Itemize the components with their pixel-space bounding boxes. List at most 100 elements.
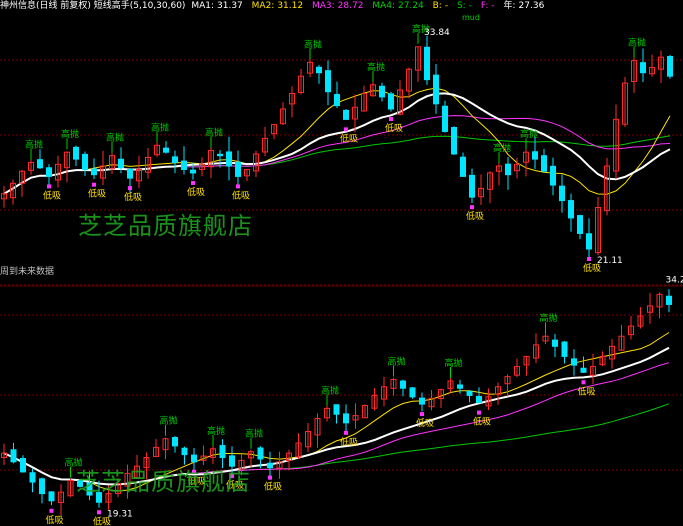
bottom-panel-candle — [666, 295, 672, 305]
top-panel-low-price: 21.11 — [597, 256, 623, 266]
top-panel-sell-marker — [236, 184, 240, 189]
top-panel-high-tag: 高抛 — [304, 38, 322, 50]
bottom-panel-high-tag: 高抛 — [445, 357, 463, 369]
watermark-top: 芝芝品质旗舰店 — [78, 212, 253, 240]
bottom-panel-candle — [181, 447, 188, 456]
top-panel-candle — [235, 161, 241, 177]
bottom-panel-candle — [10, 449, 17, 463]
top-panel-candle — [505, 163, 511, 176]
bottom-panel-candle — [343, 413, 349, 424]
top-panel-sell-marker — [92, 182, 96, 187]
top-panel-candle — [667, 55, 673, 77]
top-panel-high-tag: 高抛 — [367, 61, 385, 73]
bottom-panel-sell-marker — [268, 475, 272, 480]
top-panel-candle — [172, 156, 178, 164]
top-panel-sell-marker — [587, 256, 591, 261]
top-panel-candle — [379, 85, 385, 98]
top-panel-low-tag: 低吸 — [124, 191, 142, 203]
top-small-tag: mud — [462, 13, 480, 22]
bottom-panel-candle — [191, 454, 197, 463]
top-panel-sell-marker — [389, 117, 393, 122]
year-label: 年: 27.36 — [503, 1, 545, 11]
top-panel-candle — [568, 200, 574, 219]
top-panel-ma4-line — [3, 135, 671, 195]
bottom-panel-high-tag: 高抛 — [388, 356, 406, 368]
bottom-panel-sell-marker — [97, 510, 101, 515]
bottom-panel-candle — [267, 462, 273, 469]
bottom-panel-low-tag: 低吸 — [264, 481, 282, 493]
ma1-label: MA1: 31.37 — [191, 1, 243, 11]
bottom-panel-candle — [409, 387, 416, 398]
top-panel-candle — [91, 168, 97, 176]
bottom-panel-high-price: 34.20 — [666, 275, 683, 285]
top-panel-high-tag: 高抛 — [520, 128, 538, 140]
top-panel-low-tag: 低吸 — [385, 122, 403, 134]
b-label: B: - — [432, 1, 449, 11]
top-panel-candle — [37, 159, 43, 169]
top-panel-candle — [127, 168, 133, 179]
top-panel-candle — [334, 94, 340, 107]
bottom-panel-sell-marker — [420, 412, 424, 417]
top-panel-candle — [469, 174, 475, 198]
bottom-panel-candle — [29, 472, 36, 483]
bottom-panel-low-tag: 低吸 — [578, 385, 596, 397]
bottom-panel-sell-marker — [477, 410, 481, 415]
top-panel-low-tag: 低吸 — [340, 132, 358, 144]
bottom-panel-sell-marker — [49, 508, 54, 513]
top-panel-candle — [118, 158, 124, 169]
top-panel-candle — [577, 215, 583, 234]
top-panel-low-tag: 低吸 — [466, 210, 484, 222]
bottom-panel-candle — [257, 447, 264, 460]
top-panel-high-price: 33.84 — [424, 28, 450, 38]
future-data-note: 周到未来数据 — [0, 267, 55, 277]
top-panel-candle — [217, 153, 223, 157]
top-panel-low-tag: 低吸 — [43, 189, 61, 201]
candlestick-chart[interactable]: 高抛低吸高抛低吸高抛低吸高抛低吸高抛低吸高抛低吸高抛低吸高抛低吸高抛高抛低吸高抛… — [0, 0, 683, 526]
top-panel-high-tag: 高抛 — [25, 139, 43, 151]
top-panel-sell-marker — [47, 184, 51, 189]
indicator-header: 神州信息(日线 前复权) 短线高手(5,10,30,60) MA1: 31.37 … — [0, 0, 683, 13]
bottom-panel-low-tag: 低吸 — [340, 436, 358, 448]
bottom-panel-high-tag: 高抛 — [245, 428, 263, 440]
top-panel-candle — [640, 62, 646, 74]
top-panel-sell-marker — [344, 127, 348, 132]
top-panel-candle — [532, 151, 538, 160]
top-panel-candle — [46, 167, 52, 177]
bottom-panel-candle — [172, 437, 178, 447]
top-panel-candle — [316, 66, 322, 74]
bottom-panel-high-tag: 高抛 — [207, 425, 225, 437]
ma4-label: MA4: 27.24 — [372, 1, 424, 11]
bottom-panel-candle — [333, 404, 340, 415]
bottom-panel-candle — [552, 339, 558, 347]
bottom-panel-high-tag: 高抛 — [321, 384, 339, 396]
top-panel-candle — [559, 185, 565, 202]
top-panel-candle — [226, 151, 232, 167]
top-panel-low-tag: 低吸 — [88, 188, 106, 200]
bottom-panel-candle — [571, 358, 577, 366]
bottom-panel-candle — [39, 478, 45, 495]
top-panel-high-tag: 高抛 — [61, 128, 79, 140]
top-panel-high-tag: 高抛 — [628, 37, 646, 49]
bottom-panel-candle — [561, 341, 568, 357]
bottom-panel-candle — [20, 457, 26, 473]
bottom-panel-sell-marker — [344, 430, 348, 435]
top-panel-low-tag: 低吸 — [232, 189, 250, 201]
bottom-panel-candle — [400, 380, 406, 389]
top-panel-candle — [163, 147, 169, 153]
bottom-panel-low-tag: 低吸 — [46, 514, 64, 526]
top-panel-high-tag: 高抛 — [493, 142, 511, 154]
bottom-panel-candle — [457, 384, 463, 389]
ma3-label: MA3: 28.72 — [311, 1, 364, 11]
ma2-label: MA2: 31.12 — [251, 1, 304, 11]
indicator-title: 神州信息(日线 前复权) 短线高手(5,10,30,60) — [0, 1, 186, 11]
top-panel-candle — [388, 93, 394, 110]
top-panel-candle — [451, 127, 457, 155]
top-panel-candle — [343, 109, 349, 120]
bottom-panel-low-tag: 低吸 — [473, 416, 491, 428]
top-panel-candle — [460, 156, 466, 177]
top-panel-candle — [442, 105, 448, 132]
top-panel-candle — [190, 169, 196, 174]
bottom-panel-high-tag: 高抛 — [540, 312, 558, 324]
bottom-panel-candle — [48, 491, 55, 502]
top-panel-candle — [541, 155, 547, 172]
